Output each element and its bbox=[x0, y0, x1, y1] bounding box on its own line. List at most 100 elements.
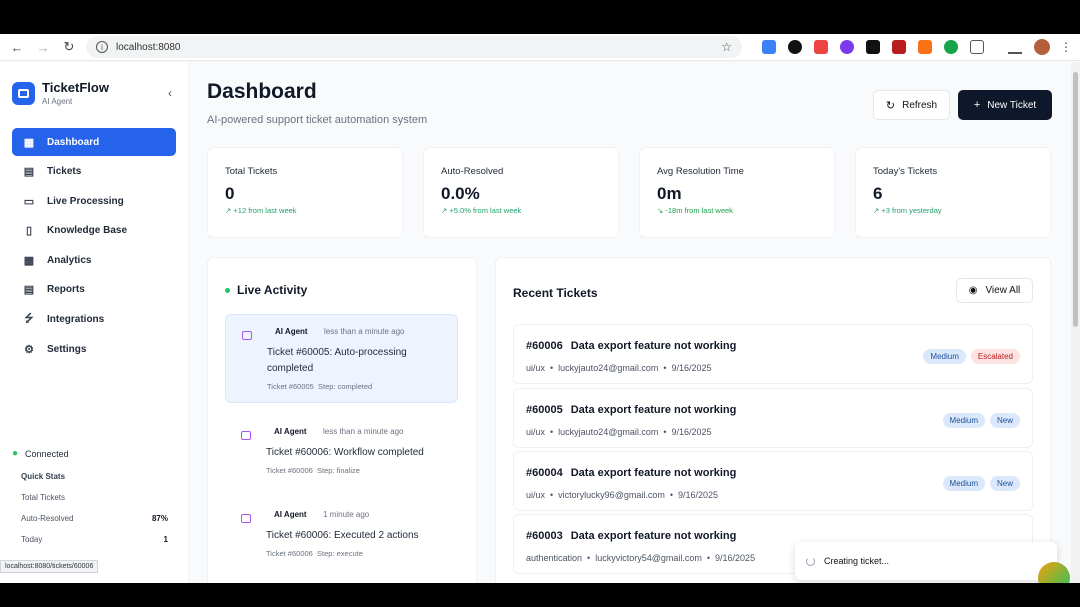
page-scrollbar[interactable] bbox=[1071, 62, 1080, 583]
status-badge: Escalated bbox=[970, 349, 1020, 364]
bolt-icon: ⭍ bbox=[24, 313, 34, 326]
forward-icon[interactable]: → bbox=[34, 38, 52, 56]
link-hover-status: localhost:8080/tickets/60006 bbox=[0, 560, 99, 573]
recent-tickets-title: Recent Tickets bbox=[513, 286, 598, 300]
refresh-button[interactable]: ↻ Refresh bbox=[873, 90, 950, 120]
extension-icon[interactable] bbox=[788, 40, 802, 54]
more-menu-icon[interactable]: ⋮ bbox=[1060, 40, 1072, 54]
stat-label: Auto-Resolved bbox=[441, 166, 504, 177]
view-all-label: View All bbox=[985, 285, 1021, 296]
sidebar-item-label: Dashboard bbox=[47, 136, 100, 148]
sidebar-item-label: Analytics bbox=[47, 254, 92, 266]
ticket-row[interactable]: #60004 Data export feature not working ui… bbox=[513, 451, 1033, 511]
ticket-date: 9/16/2025 bbox=[671, 363, 712, 373]
scrollbar-thumb[interactable] bbox=[1073, 72, 1078, 327]
stat-delta: ↗ +3 from yesterday bbox=[873, 206, 1033, 215]
profile-avatar[interactable] bbox=[1034, 39, 1050, 55]
ticket-title: #60006 Data export feature not working bbox=[526, 340, 744, 352]
ticket-email: victorylucky96@gmail.com bbox=[558, 490, 665, 500]
stat-delta-text: +5.0% from last week bbox=[449, 206, 522, 215]
ticket-row[interactable]: #60006 Data export feature not working ui… bbox=[513, 324, 1033, 384]
activity-message: Ticket #60006: Executed 2 actions bbox=[266, 530, 419, 541]
sidebar-item-reports[interactable]: ▤ Reports bbox=[12, 276, 176, 304]
connection-status: ● Connected bbox=[12, 448, 69, 459]
main-content: Dashboard AI-powered support ticket auto… bbox=[189, 62, 1080, 583]
view-all-button[interactable]: ◉ View All bbox=[956, 278, 1033, 303]
sidebar-item-label: Settings bbox=[47, 343, 87, 355]
activity-ticket: Ticket #60006 bbox=[266, 549, 313, 558]
ticket-badges: Medium New bbox=[938, 476, 1020, 491]
ticket-meta: ui/ux • victorylucky96@gmail.com • 9/16/… bbox=[526, 490, 719, 500]
sidebar-item-live-processing[interactable]: ▭ Live Processing bbox=[12, 187, 176, 215]
address-bar[interactable]: i localhost:8080 ☆ bbox=[86, 36, 742, 58]
bot-icon bbox=[241, 431, 251, 440]
extension-icon[interactable] bbox=[866, 40, 880, 54]
ticket-date: 9/16/2025 bbox=[671, 427, 712, 437]
address-url: localhost:8080 bbox=[116, 41, 181, 53]
page-title: Dashboard bbox=[207, 80, 317, 103]
trend-up-icon: ↗ bbox=[441, 206, 448, 215]
quick-stat-row: Auto-Resolved 87% bbox=[12, 508, 177, 529]
back-icon[interactable]: ← bbox=[8, 38, 26, 56]
activity-item[interactable]: AI Agent less than a minute ago Ticket #… bbox=[225, 415, 458, 504]
ticket-email: luckyvictory54@gmail.com bbox=[595, 553, 702, 563]
stat-delta-text: +12 from last week bbox=[233, 206, 297, 215]
brand: TicketFlow AI Agent bbox=[0, 62, 188, 106]
ticket-id: #60003 bbox=[526, 530, 563, 542]
sidebar-item-tickets[interactable]: ▤ Tickets bbox=[12, 158, 176, 186]
extension-icon[interactable] bbox=[944, 40, 958, 54]
activity-ticket: Ticket #60005 bbox=[267, 382, 314, 391]
plus-icon: + bbox=[973, 99, 981, 111]
activity-item[interactable]: AI Agent less than a minute ago Ticket #… bbox=[225, 314, 458, 403]
activity-step: Step: execute bbox=[317, 549, 363, 558]
extension-icon[interactable] bbox=[892, 40, 906, 54]
sidebar-item-analytics[interactable]: ▩ Analytics bbox=[12, 246, 176, 274]
stat-card-todays-tickets: Today's Tickets 6 ↗ +3 from yesterday bbox=[855, 147, 1051, 238]
bot-icon bbox=[241, 514, 251, 523]
status-badge: New bbox=[989, 413, 1020, 428]
activity-meta: Ticket #60005 Step: completed bbox=[267, 382, 372, 391]
extension-icon[interactable] bbox=[762, 40, 776, 54]
activity-item[interactable]: AI Agent 1 minute ago Ticket #60006: Exe… bbox=[225, 498, 458, 583]
sidebar-item-label: Knowledge Base bbox=[47, 225, 128, 237]
app-root: TicketFlow AI Agent ‹ ▦ Dashboard ▤ Tick… bbox=[0, 62, 1080, 583]
activity-ticket: Ticket #60006 bbox=[266, 466, 313, 475]
sidebar-item-dashboard[interactable]: ▦ Dashboard bbox=[12, 128, 176, 156]
ticket-subject: Data export feature not working bbox=[570, 530, 737, 542]
ticket-date: 9/16/2025 bbox=[715, 553, 756, 563]
live-activity-panel: Live Activity AI Agent less than a minut… bbox=[207, 257, 477, 583]
brand-name: TicketFlow bbox=[42, 80, 109, 95]
browser-toolbar: ← → ↻ i localhost:8080 ☆ ⋮ bbox=[0, 34, 1080, 61]
site-info-icon[interactable]: i bbox=[96, 41, 108, 53]
trend-down-icon: ↘ bbox=[657, 206, 664, 215]
ticket-subject: Data export feature not working bbox=[570, 340, 737, 352]
collapse-sidebar-icon[interactable]: ‹ bbox=[168, 86, 172, 100]
sidebar-item-integrations[interactable]: ⭍ Integrations bbox=[12, 306, 176, 334]
activity-message: Ticket #60006: Workflow completed bbox=[266, 447, 424, 458]
extension-icon[interactable] bbox=[918, 40, 932, 54]
sidebar-item-label: Live Processing bbox=[47, 195, 124, 207]
ticket-row[interactable]: #60005 Data export feature not working ui… bbox=[513, 388, 1033, 448]
new-ticket-button[interactable]: + New Ticket bbox=[958, 90, 1052, 120]
sidebar-item-knowledge-base[interactable]: ▯ Knowledge Base bbox=[12, 217, 176, 245]
extension-icon[interactable] bbox=[840, 40, 854, 54]
page-subtitle: AI-powered support ticket automation sys… bbox=[207, 114, 428, 126]
ticket-badges: Medium New bbox=[938, 413, 1020, 428]
bookmark-star-icon[interactable]: ☆ bbox=[721, 40, 732, 54]
book-icon: ▯ bbox=[25, 225, 33, 238]
activity-step: Step: completed bbox=[318, 382, 373, 391]
gear-icon: ⚙ bbox=[24, 343, 34, 356]
connection-label: Connected bbox=[25, 448, 69, 459]
toast-label: Creating ticket... bbox=[824, 556, 890, 566]
sidebar-item-settings[interactable]: ⚙ Settings bbox=[12, 335, 176, 363]
stat-value: 0.0% bbox=[441, 184, 480, 203]
reload-icon[interactable]: ↻ bbox=[60, 38, 78, 56]
activity-actor: AI Agent bbox=[274, 510, 307, 519]
stat-label: Avg Resolution Time bbox=[657, 166, 744, 177]
download-icon[interactable] bbox=[1008, 40, 1022, 54]
sidebar-item-label: Integrations bbox=[47, 314, 105, 326]
activity-meta: Ticket #60006 Step: execute bbox=[266, 549, 363, 558]
puzzle-icon[interactable] bbox=[970, 40, 984, 54]
screen-frame: ← → ↻ i localhost:8080 ☆ ⋮ TicketFlow AI… bbox=[0, 0, 1080, 607]
extension-icon[interactable] bbox=[814, 40, 828, 54]
